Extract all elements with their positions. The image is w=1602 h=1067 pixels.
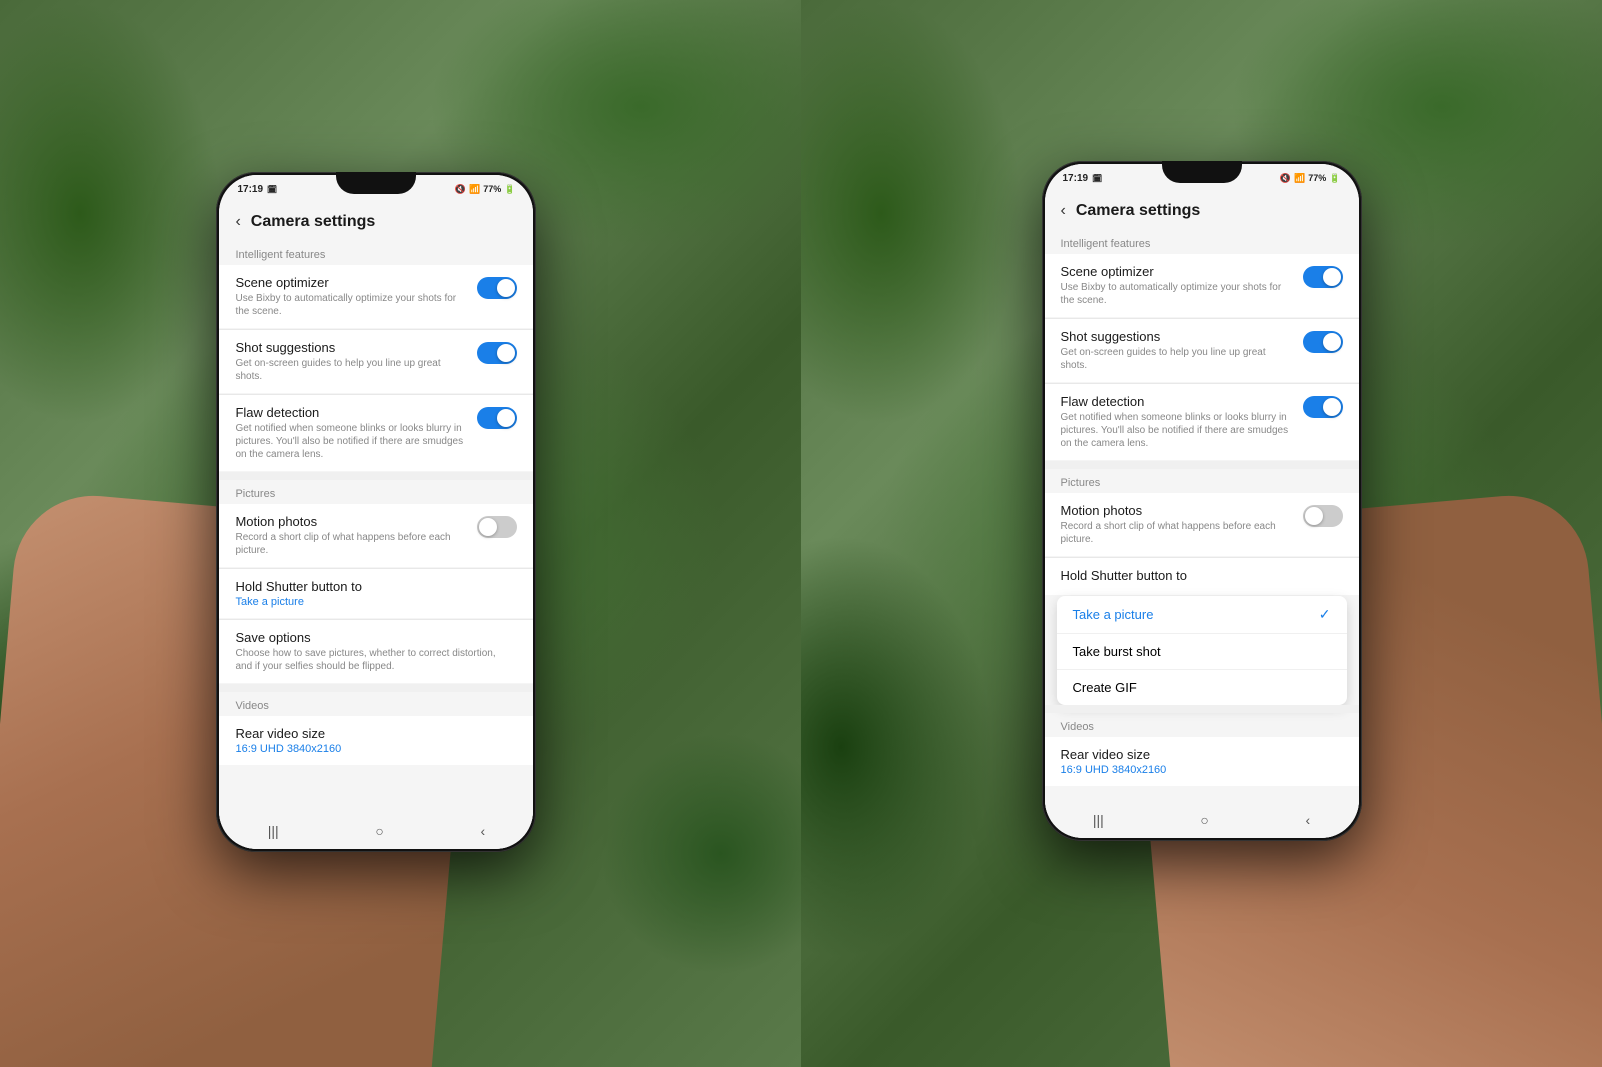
- notch-left: [336, 172, 416, 194]
- motion-photos-toggle-right[interactable]: [1303, 505, 1343, 527]
- save-options-item-left[interactable]: Save options Choose how to save pictures…: [219, 620, 533, 683]
- time-right: 17:19: [1063, 173, 1089, 184]
- scene-optimizer-title-left: Scene optimizer: [235, 275, 467, 290]
- section-label-videos-right: Videos: [1045, 713, 1359, 737]
- nav-back-left[interactable]: ‹: [480, 823, 485, 839]
- scene-optimizer-toggle-right[interactable]: [1303, 266, 1343, 288]
- rear-video-value-left: 16:9 UHD 3840x2160: [235, 743, 507, 755]
- flaw-detection-toggle-right[interactable]: [1303, 396, 1343, 418]
- signal-icon-left: 📶: [469, 184, 480, 195]
- shot-suggestions-item-left[interactable]: Shot suggestions Get on-screen guides to…: [219, 330, 533, 393]
- dropdown-take-burst[interactable]: Take burst shot: [1057, 634, 1347, 670]
- check-icon: ✓: [1319, 606, 1331, 623]
- signal-icon-right: 📶: [1294, 173, 1305, 184]
- scene-optimizer-item-right[interactable]: Scene optimizer Use Bixby to automatical…: [1045, 254, 1359, 317]
- notch-right: [1162, 161, 1242, 183]
- camera-settings-right: Intelligent features Scene optimizer Use…: [1045, 230, 1359, 838]
- flaw-detection-desc-right: Get notified when someone blinks or look…: [1061, 411, 1293, 450]
- battery-left: 77%: [483, 184, 501, 194]
- dropdown-create-gif[interactable]: Create GIF: [1057, 670, 1347, 705]
- dropdown-take-picture-label: Take a picture: [1073, 607, 1154, 622]
- notification-icon-right: 🗓: [1092, 174, 1102, 183]
- camera-settings-left: Intelligent features Scene optimizer Use…: [219, 241, 533, 849]
- scene-optimizer-desc-right: Use Bixby to automatically optimize your…: [1061, 281, 1293, 307]
- hold-shutter-title-right: Hold Shutter button to: [1061, 568, 1333, 583]
- battery-icon-left: 🔋: [504, 184, 515, 195]
- settings-header-left: ‹ Camera settings: [219, 203, 533, 241]
- hold-shutter-item-right[interactable]: Hold Shutter button to: [1045, 558, 1359, 595]
- nav-bar-left: ||| ○ ‹: [219, 813, 533, 849]
- dropdown-create-gif-label: Create GIF: [1073, 680, 1137, 695]
- flaw-detection-item-left[interactable]: Flaw detection Get notified when someone…: [219, 395, 533, 471]
- hold-shutter-value-left: Take a picture: [235, 596, 507, 608]
- scene-optimizer-desc-left: Use Bixby to automatically optimize your…: [235, 292, 467, 318]
- hold-shutter-title-left: Hold Shutter button to: [235, 579, 507, 594]
- time-left: 17:19: [237, 184, 263, 195]
- save-options-desc-left: Choose how to save pictures, whether to …: [235, 647, 507, 673]
- back-button-left[interactable]: ‹: [235, 213, 240, 231]
- motion-photos-title-left: Motion photos: [235, 514, 467, 529]
- phone-left: 17:19 🗓 🔇 📶 77% 🔋 ‹ Camera settings: [216, 172, 536, 852]
- nav-home-right[interactable]: ○: [1200, 812, 1208, 828]
- hold-shutter-item-left[interactable]: Hold Shutter button to Take a picture: [219, 569, 533, 618]
- nav-home-left[interactable]: ○: [375, 823, 383, 839]
- back-button-right[interactable]: ‹: [1061, 202, 1066, 220]
- shot-suggestions-toggle-left[interactable]: [477, 342, 517, 364]
- section-label-videos-left: Videos: [219, 692, 533, 716]
- flaw-detection-title-right: Flaw detection: [1061, 394, 1293, 409]
- flaw-detection-title-left: Flaw detection: [235, 405, 467, 420]
- flaw-detection-desc-left: Get notified when someone blinks or look…: [235, 422, 467, 461]
- shot-suggestions-toggle-right[interactable]: [1303, 331, 1343, 353]
- hold-shutter-dropdown-right[interactable]: Take a picture ✓ Take burst shot Create …: [1057, 596, 1347, 705]
- nav-recent-right[interactable]: |||: [1093, 812, 1104, 828]
- notification-icon-left: 🗓: [267, 185, 277, 194]
- shot-suggestions-title-left: Shot suggestions: [235, 340, 467, 355]
- rear-video-item-right[interactable]: Rear video size 16:9 UHD 3840x2160: [1045, 737, 1359, 786]
- nav-back-right[interactable]: ‹: [1305, 812, 1310, 828]
- phone-screen-right: 17:19 🗓 🔇 📶 77% 🔋 ‹ Camera settings: [1045, 164, 1359, 838]
- dropdown-take-picture[interactable]: Take a picture ✓: [1057, 596, 1347, 634]
- shot-suggestions-desc-left: Get on-screen guides to help you line up…: [235, 357, 467, 383]
- settings-title-left: Camera settings: [251, 213, 376, 231]
- rear-video-item-left[interactable]: Rear video size 16:9 UHD 3840x2160: [219, 716, 533, 765]
- section-label-pictures-left: Pictures: [219, 480, 533, 504]
- phone-body-right: 17:19 🗓 🔇 📶 77% 🔋 ‹ Camera settings: [1042, 161, 1362, 841]
- save-options-title-left: Save options: [235, 630, 507, 645]
- scene-optimizer-title-right: Scene optimizer: [1061, 264, 1293, 279]
- motion-photos-item-left[interactable]: Motion photos Record a short clip of wha…: [219, 504, 533, 567]
- flaw-detection-toggle-left[interactable]: [477, 407, 517, 429]
- motion-photos-desc-right: Record a short clip of what happens befo…: [1061, 520, 1293, 546]
- section-label-intelligent-right: Intelligent features: [1045, 230, 1359, 254]
- phone-right: 17:19 🗓 🔇 📶 77% 🔋 ‹ Camera settings: [1042, 161, 1362, 841]
- battery-right: 77%: [1308, 173, 1326, 183]
- rear-video-title-left: Rear video size: [235, 726, 507, 741]
- rear-video-value-right: 16:9 UHD 3840x2160: [1061, 764, 1333, 776]
- phone-body-left: 17:19 🗓 🔇 📶 77% 🔋 ‹ Camera settings: [216, 172, 536, 852]
- phone-screen-left: 17:19 🗓 🔇 📶 77% 🔋 ‹ Camera settings: [219, 175, 533, 849]
- right-half: 17:19 🗓 🔇 📶 77% 🔋 ‹ Camera settings: [801, 0, 1602, 1067]
- shot-suggestions-title-right: Shot suggestions: [1061, 329, 1293, 344]
- scene-optimizer-toggle-left[interactable]: [477, 277, 517, 299]
- flaw-detection-item-right[interactable]: Flaw detection Get notified when someone…: [1045, 384, 1359, 460]
- settings-header-right: ‹ Camera settings: [1045, 192, 1359, 230]
- shot-suggestions-desc-right: Get on-screen guides to help you line up…: [1061, 346, 1293, 372]
- nav-bar-right: ||| ○ ‹: [1045, 802, 1359, 838]
- settings-title-right: Camera settings: [1076, 202, 1201, 220]
- mute-icon-right: 🔇: [1280, 173, 1291, 184]
- motion-photos-title-right: Motion photos: [1061, 503, 1293, 518]
- section-label-pictures-right: Pictures: [1045, 469, 1359, 493]
- motion-photos-item-right[interactable]: Motion photos Record a short clip of wha…: [1045, 493, 1359, 556]
- battery-icon-right: 🔋: [1329, 173, 1340, 184]
- nav-recent-left[interactable]: |||: [268, 823, 279, 839]
- motion-photos-desc-left: Record a short clip of what happens befo…: [235, 531, 467, 557]
- shot-suggestions-item-right[interactable]: Shot suggestions Get on-screen guides to…: [1045, 319, 1359, 382]
- mute-icon-left: 🔇: [455, 184, 466, 195]
- motion-photos-toggle-left[interactable]: [477, 516, 517, 538]
- left-half: 17:19 🗓 🔇 📶 77% 🔋 ‹ Camera settings: [0, 0, 801, 1067]
- dropdown-take-burst-label: Take burst shot: [1073, 644, 1161, 659]
- scene-optimizer-item-left[interactable]: Scene optimizer Use Bixby to automatical…: [219, 265, 533, 328]
- rear-video-title-right: Rear video size: [1061, 747, 1333, 762]
- section-label-intelligent-left: Intelligent features: [219, 241, 533, 265]
